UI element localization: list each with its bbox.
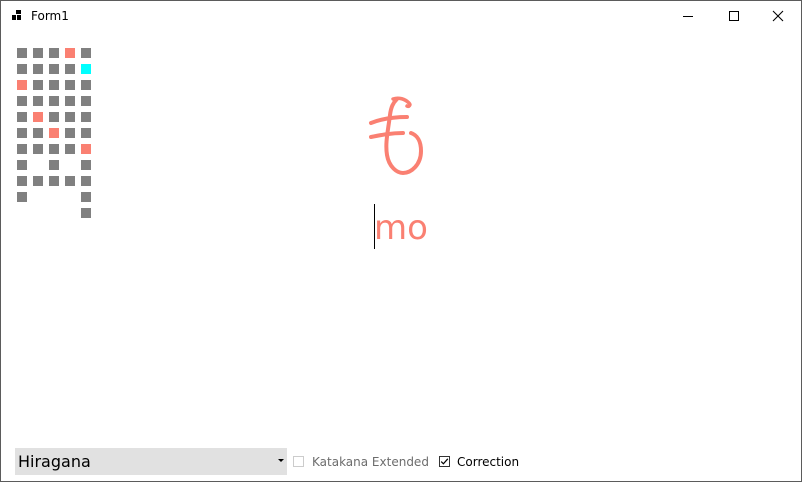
kana-grid-cell-default	[49, 48, 59, 58]
kana-grid-cell-default	[81, 176, 91, 186]
kana-grid-cell-default	[33, 64, 43, 74]
kana-grid-cell-default	[17, 144, 27, 154]
kana-grid-cell-default	[81, 128, 91, 138]
kana-grid-cell-default	[65, 96, 75, 106]
title-bar[interactable]: Form1	[1, 1, 801, 31]
kana-grid-cell-default	[33, 96, 43, 106]
kana-grid-cell-default	[49, 144, 59, 154]
kana-grid-cell-default	[49, 112, 59, 122]
kana-grid-cell-default	[33, 80, 43, 90]
kana-grid-cell-default	[33, 144, 43, 154]
kana-grid-cell-default	[65, 64, 75, 74]
kana-grid-cell-default	[49, 96, 59, 106]
checkmark-icon	[440, 458, 449, 465]
correction-checkbox[interactable]	[439, 456, 450, 467]
kana-grid-cell-default	[17, 112, 27, 122]
kana-grid-cell-default	[17, 160, 27, 170]
kana-grid-cell-default	[49, 160, 59, 170]
kana-grid-cell-default	[65, 80, 75, 90]
main-window: Form1 も	[0, 0, 802, 482]
maximize-button[interactable]	[711, 1, 757, 31]
kana-grid-cell-current	[81, 64, 91, 74]
kana-grid-cell-default	[33, 128, 43, 138]
kana-character: も	[369, 96, 423, 175]
kana-grid-cell-default	[17, 48, 27, 58]
kana-grid-cell-default	[81, 80, 91, 90]
kana-grid-cell-default	[17, 176, 27, 186]
katakana-extended-label: Katakana Extended	[312, 455, 429, 469]
kana-grid-cell-error	[33, 112, 43, 122]
kana-grid-cell-default	[33, 48, 43, 58]
kana-grid-cell-default	[65, 144, 75, 154]
kana-grid-cell-default	[49, 80, 59, 90]
kana-grid-cell-default	[17, 64, 27, 74]
kana-grid-cell-default	[81, 192, 91, 202]
kana-grid-cell-default	[17, 128, 27, 138]
close-button[interactable]	[755, 1, 801, 31]
kana-grid-cell-default	[81, 160, 91, 170]
kana-grid-cell-error	[81, 144, 91, 154]
minimize-icon	[683, 16, 693, 17]
kana-grid-cell-default	[17, 96, 27, 106]
kana-grid-cell-default	[33, 176, 43, 186]
kana-grid-cell-default	[65, 128, 75, 138]
kana-grid-cell-default	[81, 208, 91, 218]
kana-grid-cell-default	[49, 176, 59, 186]
romaji-answer-input[interactable]: mo	[374, 204, 428, 252]
correction-label: Correction	[457, 455, 520, 469]
kana-grid-cell-default	[81, 96, 91, 106]
minimize-button[interactable]	[665, 1, 711, 31]
maximize-icon	[729, 11, 739, 21]
app-icon	[12, 10, 21, 20]
katakana-extended-checkbox[interactable]	[293, 456, 304, 467]
kana-grid-cell-default	[65, 176, 75, 186]
kana-grid-cell-default	[65, 112, 75, 122]
window-title: Form1	[31, 9, 69, 23]
kana-grid-cell-default	[49, 64, 59, 74]
kana-grid-cell-error	[65, 48, 75, 58]
script-select-value: Hiragana	[18, 452, 91, 471]
script-select[interactable]: Hiragana	[15, 448, 287, 475]
chevron-down-icon	[278, 459, 284, 462]
kana-grid-cell-error	[49, 128, 59, 138]
close-icon	[772, 10, 784, 22]
kana-grid-cell-error	[17, 80, 27, 90]
kana-grid-cell-default	[81, 48, 91, 58]
kana-grid-cell-default	[81, 112, 91, 122]
kana-grid-cell-default	[17, 192, 27, 202]
